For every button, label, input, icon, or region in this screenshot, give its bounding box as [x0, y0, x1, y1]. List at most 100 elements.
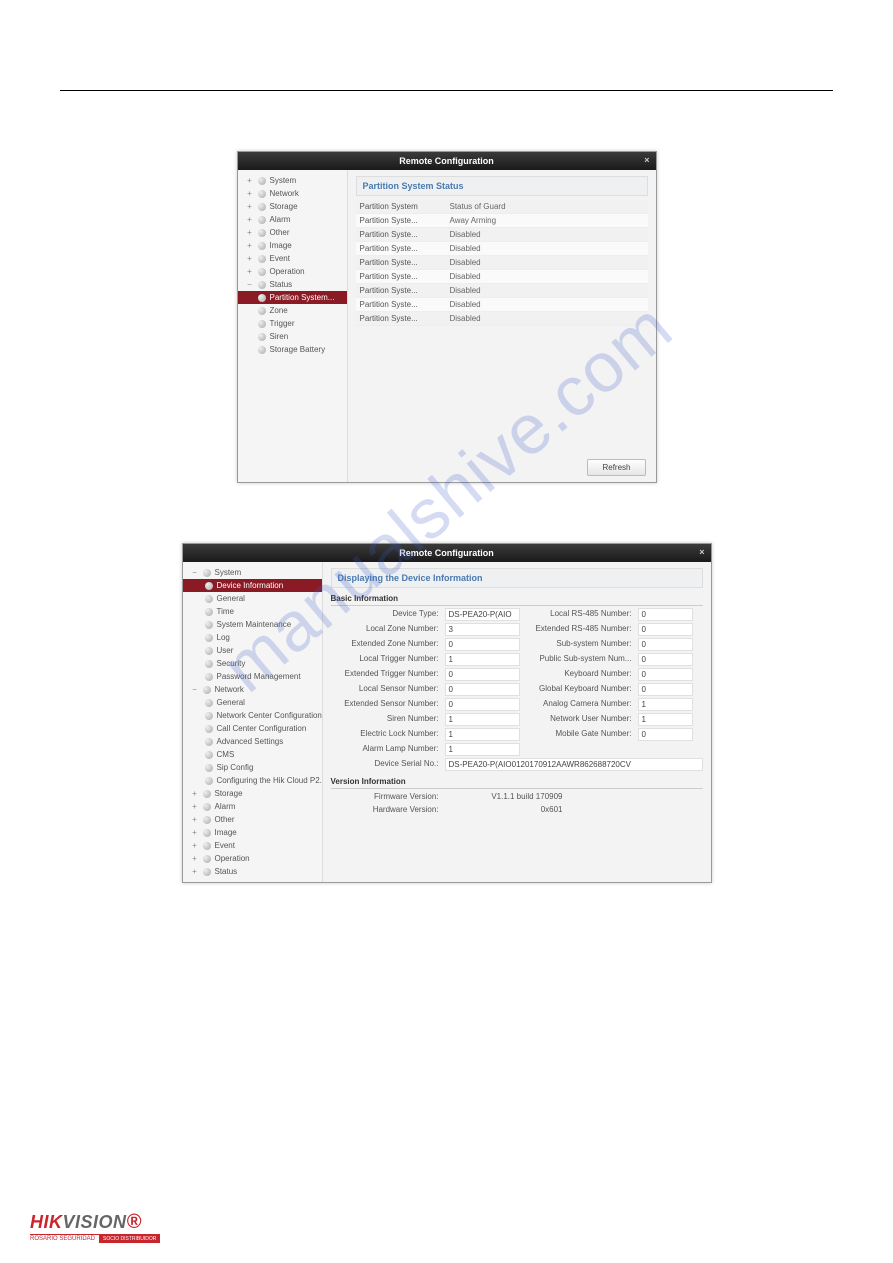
node-icon	[258, 216, 266, 224]
sidebar-item[interactable]: +Storage	[238, 200, 347, 213]
sidebar-subitem[interactable]: Partition System...	[238, 291, 347, 304]
version-value: 0x601	[445, 804, 565, 815]
sidebar-item[interactable]: + Operation	[238, 265, 347, 278]
sidebar-subitem[interactable]: System Maintenance	[183, 618, 322, 631]
info-label: Extended Zone Number:	[331, 638, 441, 651]
expand-icon[interactable]: +	[191, 867, 199, 876]
node-icon	[203, 686, 211, 694]
sidebar-subitem[interactable]: Siren	[238, 330, 347, 343]
info-label: Electric Lock Number:	[331, 728, 441, 741]
sidebar-item[interactable]: +System	[238, 174, 347, 187]
sidebar-item[interactable]: − Status	[238, 278, 347, 291]
info-value: DS-PEA20-P(AIO	[445, 608, 520, 621]
info-value: 1	[638, 713, 693, 726]
sidebar-subitem[interactable]: Device Information	[183, 579, 322, 592]
node-icon	[258, 268, 266, 276]
expand-icon[interactable]: −	[191, 685, 199, 694]
row-label: Partition Syste...	[360, 272, 450, 281]
sidebar-item-label: Status	[270, 280, 293, 289]
sidebar-subitem[interactable]: Password Management	[183, 670, 322, 683]
logo-sub2: SOCIO DISTRIBUIDOR	[99, 1235, 160, 1243]
sidebar-subitem[interactable]: Configuring the Hik Cloud P2...	[183, 774, 322, 787]
sidebar-item[interactable]: +Network	[238, 187, 347, 200]
expand-icon[interactable]: +	[246, 267, 254, 276]
sidebar-item[interactable]: +Event	[183, 839, 322, 852]
sidebar-item-label: Device Information	[217, 581, 284, 590]
expand-icon[interactable]: +	[191, 828, 199, 837]
node-icon	[203, 842, 211, 850]
refresh-button[interactable]: Refresh	[587, 459, 645, 476]
sidebar-subitem[interactable]: Log	[183, 631, 322, 644]
expand-icon[interactable]: +	[246, 228, 254, 237]
node-icon	[205, 660, 213, 668]
info-label: Extended Sensor Number:	[331, 698, 441, 711]
node-icon	[258, 203, 266, 211]
sidebar-subitem[interactable]: Sip Config	[183, 761, 322, 774]
expand-icon[interactable]: +	[246, 189, 254, 198]
sidebar: −System Device Information General TimeSyst…	[183, 562, 323, 882]
sidebar-item[interactable]: +Storage	[183, 787, 322, 800]
sidebar-subitem[interactable]: Time	[183, 605, 322, 618]
info-label: Device Type:	[331, 608, 441, 621]
sidebar-subitem[interactable]: General	[183, 592, 322, 605]
info-label: Network User Number:	[524, 713, 634, 726]
sidebar-subitem[interactable]: General	[183, 696, 322, 709]
sidebar-item[interactable]: +Image	[183, 826, 322, 839]
expand-icon[interactable]: −	[246, 280, 254, 289]
sidebar-subitem[interactable]: User	[183, 644, 322, 657]
expand-icon[interactable]: +	[246, 176, 254, 185]
node-icon	[258, 307, 266, 315]
node-icon	[203, 829, 211, 837]
sidebar-item[interactable]: +Other	[238, 226, 347, 239]
expand-icon[interactable]: +	[246, 215, 254, 224]
expand-icon[interactable]: +	[191, 854, 199, 863]
node-icon	[205, 725, 213, 733]
node-icon	[203, 803, 211, 811]
sidebar-subitem[interactable]: Security	[183, 657, 322, 670]
close-icon[interactable]: ×	[699, 547, 704, 557]
expand-icon[interactable]: +	[191, 789, 199, 798]
sidebar-subitem[interactable]: Trigger	[238, 317, 347, 330]
remote-config-window-status: Remote Configuration × +System+Network+S…	[237, 151, 657, 483]
sidebar-item[interactable]: −System	[183, 566, 322, 579]
sidebar-item-label: Alarm	[215, 802, 236, 811]
sidebar-subitem[interactable]: Advanced Settings	[183, 735, 322, 748]
sidebar-item[interactable]: +Other	[183, 813, 322, 826]
sidebar-item-label: General	[217, 698, 245, 707]
sidebar-item-label: Trigger	[270, 319, 295, 328]
sidebar-item-label: Zone	[270, 306, 288, 315]
sidebar-item[interactable]: + Alarm	[183, 800, 322, 813]
sidebar-subitem[interactable]: Network Center Configuration	[183, 709, 322, 722]
close-icon[interactable]: ×	[644, 155, 649, 165]
sidebar-item[interactable]: +Event	[238, 252, 347, 265]
expand-icon[interactable]: −	[191, 568, 199, 577]
sidebar-item[interactable]: −Network	[183, 683, 322, 696]
sidebar-subitem[interactable]: CMS	[183, 748, 322, 761]
info-value: 0	[445, 698, 520, 711]
row-value: Status of Guard	[450, 202, 506, 211]
sidebar-item[interactable]: +Image	[238, 239, 347, 252]
node-icon	[258, 333, 266, 341]
node-icon	[205, 764, 213, 772]
sidebar-item-label: Operation	[270, 267, 305, 276]
sidebar-subitem[interactable]: Storage Battery	[238, 343, 347, 356]
sidebar-item[interactable]: +Operation	[183, 852, 322, 865]
expand-icon[interactable]: +	[191, 841, 199, 850]
row-label: Partition Syste...	[360, 230, 450, 239]
expand-icon[interactable]: +	[246, 254, 254, 263]
sidebar-item[interactable]: +Status	[183, 865, 322, 878]
row-label: Partition Syste...	[360, 258, 450, 267]
info-value: 0	[445, 668, 520, 681]
expand-icon[interactable]: +	[246, 202, 254, 211]
sidebar-item-label: Siren	[270, 332, 289, 341]
info-value: 1	[445, 728, 520, 741]
sidebar-subitem[interactable]: Zone	[238, 304, 347, 317]
info-value: 0	[445, 638, 520, 651]
expand-icon[interactable]: +	[191, 802, 199, 811]
sidebar-item-label: General	[217, 594, 245, 603]
expand-icon[interactable]: +	[246, 241, 254, 250]
sidebar-item[interactable]: +Alarm	[238, 213, 347, 226]
expand-icon[interactable]: +	[191, 815, 199, 824]
sidebar-subitem[interactable]: Call Center Configuration	[183, 722, 322, 735]
section-basic-info: Basic Information	[331, 594, 703, 606]
